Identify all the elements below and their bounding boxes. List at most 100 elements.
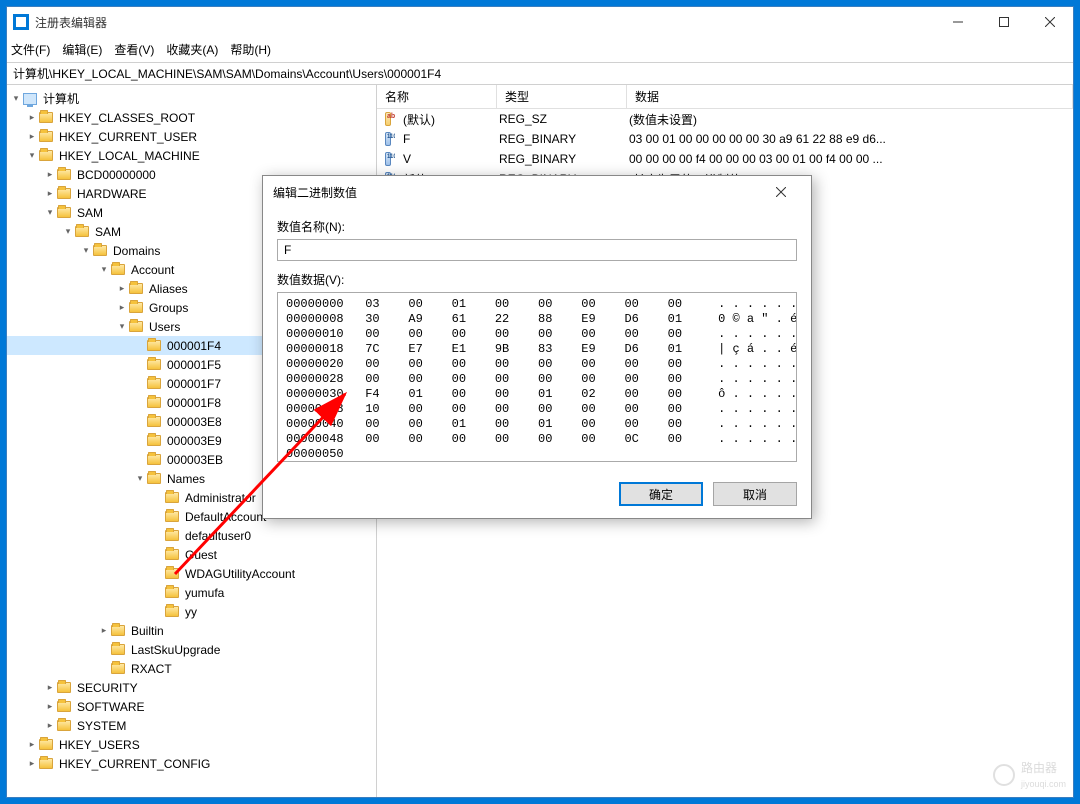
folder-icon xyxy=(165,530,179,541)
folder-icon xyxy=(165,568,179,579)
tree-name-yumufa[interactable]: yumufa xyxy=(7,583,376,602)
tree-lastsku[interactable]: LastSkuUpgrade xyxy=(7,640,376,659)
folder-icon xyxy=(111,663,125,674)
caret-icon[interactable] xyxy=(115,320,129,334)
caret-icon[interactable] xyxy=(97,624,111,638)
name-label: 数值名称(N): xyxy=(277,218,797,235)
menu-favorites[interactable]: 收藏夹(A) xyxy=(166,41,218,58)
value-name: (默认) xyxy=(395,111,491,128)
folder-icon xyxy=(39,739,53,750)
caret-icon[interactable] xyxy=(25,111,39,125)
string-value-icon xyxy=(385,112,391,126)
caret-icon[interactable] xyxy=(43,719,57,733)
caret-icon[interactable] xyxy=(43,168,57,182)
value-type: REG_SZ xyxy=(491,112,621,126)
menu-edit[interactable]: 编辑(E) xyxy=(62,41,102,58)
minimize-button[interactable] xyxy=(935,7,981,37)
caret-icon[interactable] xyxy=(43,187,57,201)
tree-hklm[interactable]: HKEY_LOCAL_MACHINE xyxy=(7,146,376,165)
computer-icon xyxy=(23,93,37,105)
folder-icon xyxy=(129,283,143,294)
col-data[interactable]: 数据 xyxy=(627,85,1073,108)
caret-icon[interactable] xyxy=(43,700,57,714)
value-type: REG_BINARY xyxy=(491,132,621,146)
value-data: 03 00 01 00 00 00 00 00 30 a9 61 22 88 e… xyxy=(621,132,1073,146)
col-type[interactable]: 类型 xyxy=(497,85,627,108)
value-row[interactable]: FREG_BINARY03 00 01 00 00 00 00 00 30 a9… xyxy=(377,129,1073,149)
folder-icon xyxy=(75,226,89,237)
window-title: 注册表编辑器 xyxy=(35,14,935,31)
folder-icon xyxy=(39,131,53,142)
folder-icon xyxy=(147,435,161,446)
dialog-buttons: 确定 取消 xyxy=(263,474,811,518)
folder-icon xyxy=(111,264,125,275)
caret-icon[interactable] xyxy=(25,738,39,752)
caret-icon[interactable] xyxy=(115,301,129,315)
value-data: (数值未设置) xyxy=(621,111,1073,128)
value-type: REG_BINARY xyxy=(491,152,621,166)
binary-value-icon xyxy=(385,132,391,146)
caret-icon[interactable] xyxy=(43,681,57,695)
folder-icon xyxy=(57,682,71,693)
tree-name-guest[interactable]: Guest xyxy=(7,545,376,564)
value-row[interactable]: VREG_BINARY00 00 00 00 f4 00 00 00 03 00… xyxy=(377,149,1073,169)
folder-icon xyxy=(165,587,179,598)
address-bar[interactable]: 计算机\HKEY_LOCAL_MACHINE\SAM\SAM\Domains\A… xyxy=(7,63,1073,85)
window-controls xyxy=(935,7,1073,37)
tree-root[interactable]: 计算机 xyxy=(7,89,376,108)
tree-software[interactable]: SOFTWARE xyxy=(7,697,376,716)
folder-icon xyxy=(57,188,71,199)
edit-binary-dialog: 编辑二进制数值 数值名称(N): 数值数据(V): 00000000 03 00… xyxy=(262,175,812,519)
caret-icon[interactable] xyxy=(133,472,147,486)
close-button[interactable] xyxy=(1027,7,1073,37)
tree-rxact[interactable]: RXACT xyxy=(7,659,376,678)
caret-icon[interactable] xyxy=(115,282,129,296)
folder-icon xyxy=(57,701,71,712)
folder-icon xyxy=(39,150,53,161)
caret-icon[interactable] xyxy=(97,263,111,277)
folder-icon xyxy=(147,340,161,351)
folder-icon xyxy=(111,625,125,636)
menu-file[interactable]: 文件(F) xyxy=(11,41,50,58)
col-name[interactable]: 名称 xyxy=(377,85,497,108)
dialog-title: 编辑二进制数值 xyxy=(273,184,761,201)
caret-icon[interactable] xyxy=(25,149,39,163)
tree-name-defuser0[interactable]: defaultuser0 xyxy=(7,526,376,545)
data-label: 数值数据(V): xyxy=(277,271,797,288)
value-name-input[interactable] xyxy=(277,239,797,261)
folder-icon xyxy=(57,207,71,218)
dialog-close-button[interactable] xyxy=(761,178,801,206)
value-data-hex-editor[interactable]: 00000000 03 00 01 00 00 00 00 00 . . . .… xyxy=(277,292,797,462)
caret-icon[interactable] xyxy=(25,130,39,144)
tree-hkcr[interactable]: HKEY_CLASSES_ROOT xyxy=(7,108,376,127)
value-data: 00 00 00 00 f4 00 00 00 03 00 01 00 f4 0… xyxy=(621,152,1073,166)
tree-name-wdag[interactable]: WDAGUtilityAccount xyxy=(7,564,376,583)
tree-hkcc[interactable]: HKEY_CURRENT_CONFIG xyxy=(7,754,376,773)
maximize-button[interactable] xyxy=(981,7,1027,37)
folder-icon xyxy=(39,758,53,769)
binary-value-icon xyxy=(385,152,391,166)
value-row[interactable]: (默认)REG_SZ(数值未设置) xyxy=(377,109,1073,129)
tree-name-yy[interactable]: yy xyxy=(7,602,376,621)
tree-system[interactable]: SYSTEM xyxy=(7,716,376,735)
list-header: 名称 类型 数据 xyxy=(377,85,1073,109)
tree-hku[interactable]: HKEY_USERS xyxy=(7,735,376,754)
caret-icon[interactable] xyxy=(9,92,23,106)
caret-icon[interactable] xyxy=(43,206,57,220)
folder-icon xyxy=(147,454,161,465)
menu-help[interactable]: 帮助(H) xyxy=(230,41,271,58)
cancel-button[interactable]: 取消 xyxy=(713,482,797,506)
caret-icon[interactable] xyxy=(61,225,75,239)
folder-icon xyxy=(129,321,143,332)
app-icon xyxy=(13,14,29,30)
folder-icon xyxy=(129,302,143,313)
tree-builtin[interactable]: Builtin xyxy=(7,621,376,640)
tree-security[interactable]: SECURITY xyxy=(7,678,376,697)
ok-button[interactable]: 确定 xyxy=(619,482,703,506)
tree-hkcu[interactable]: HKEY_CURRENT_USER xyxy=(7,127,376,146)
folder-icon xyxy=(165,492,179,503)
folder-icon xyxy=(147,416,161,427)
menu-view[interactable]: 查看(V) xyxy=(114,41,154,58)
caret-icon[interactable] xyxy=(79,244,93,258)
caret-icon[interactable] xyxy=(25,757,39,771)
